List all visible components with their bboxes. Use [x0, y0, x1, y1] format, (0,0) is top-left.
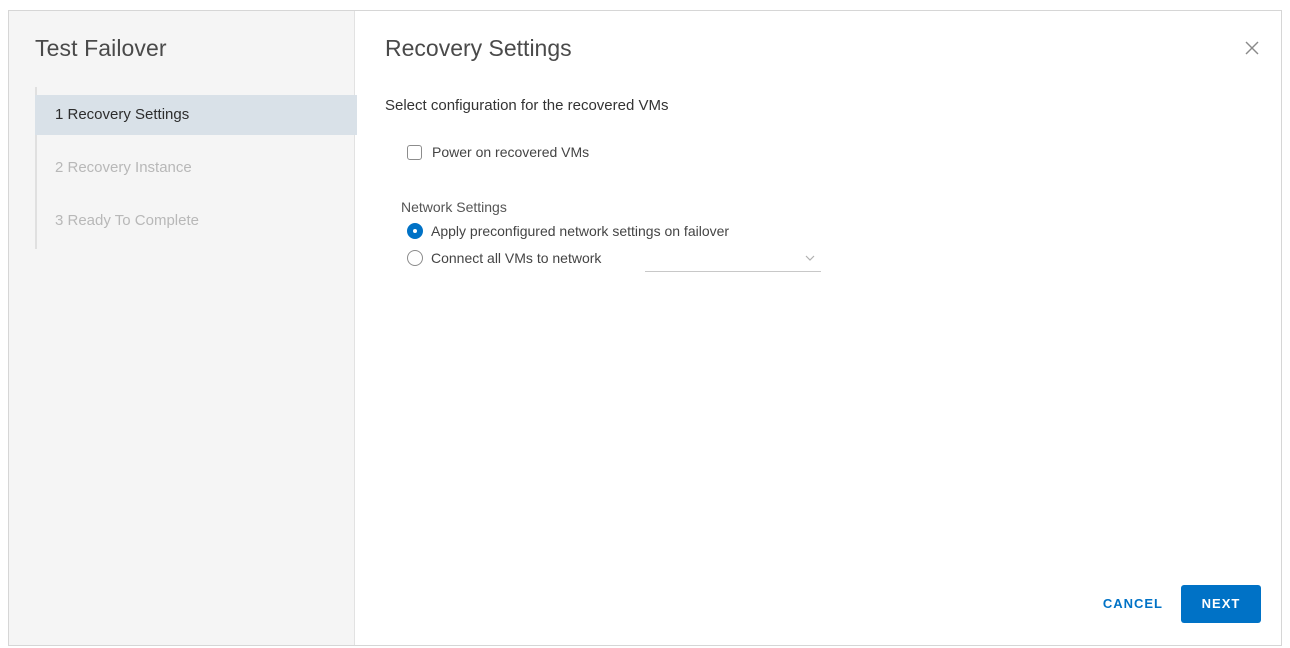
power-on-label[interactable]: Power on recovered VMs [432, 144, 589, 160]
preconfigured-network-radio[interactable] [407, 223, 423, 239]
next-button[interactable]: NEXT [1181, 585, 1261, 623]
page-title: Recovery Settings [385, 35, 572, 61]
network-settings-label: Network Settings [401, 199, 507, 215]
preconfigured-network-label[interactable]: Apply preconfigured network settings on … [431, 223, 729, 239]
power-on-checkbox[interactable] [407, 144, 422, 160]
radio-row-connect-all: Connect all VMs to network [407, 250, 601, 266]
close-button[interactable] [1241, 37, 1263, 59]
network-select[interactable] [645, 249, 821, 272]
connect-all-network-label[interactable]: Connect all VMs to network [431, 250, 601, 266]
test-failover-dialog: Test Failover 1 Recovery Settings 2 Reco… [8, 10, 1282, 646]
wizard-steps: 1 Recovery Settings 2 Recovery Instance … [35, 87, 357, 249]
close-icon [1245, 41, 1259, 55]
chevron-down-icon [805, 255, 815, 261]
power-on-row: Power on recovered VMs [407, 144, 589, 160]
radio-row-preconfigured: Apply preconfigured network settings on … [407, 223, 729, 239]
section-heading: Select configuration for the recovered V… [385, 97, 669, 114]
wizard-sidebar: Test Failover 1 Recovery Settings 2 Reco… [9, 11, 357, 645]
wizard-content: Recovery Settings Select configuration f… [355, 11, 1281, 645]
step-recovery-settings[interactable]: 1 Recovery Settings [35, 95, 357, 135]
cancel-button[interactable]: CANCEL [1091, 585, 1175, 623]
wizard-title: Test Failover [35, 35, 167, 61]
step-ready-to-complete[interactable]: 3 Ready To Complete [37, 201, 357, 241]
step-recovery-instance[interactable]: 2 Recovery Instance [37, 148, 357, 188]
connect-all-network-radio[interactable] [407, 250, 423, 266]
